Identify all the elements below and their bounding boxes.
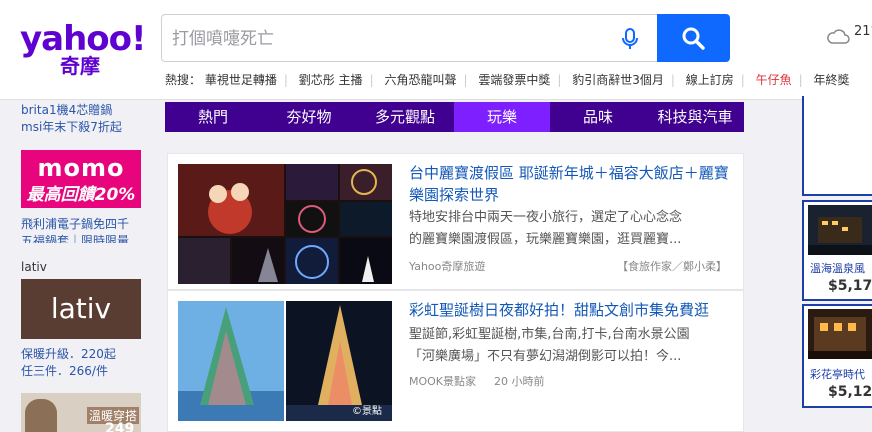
promo-link[interactable]: brita1機4芯贈鍋 [21,102,112,118]
tab-views[interactable]: 多元觀點 [357,102,453,132]
promo-link[interactable]: msi年末下殺7折起 [21,119,122,135]
trending-item[interactable]: 華視世足轉播 [205,71,277,88]
article-title[interactable]: 彩虹聖誕樹日夜都好拍！甜點文創市集免費逛 [409,299,734,321]
lativ-link[interactable]: 任三件．266/件 [21,363,108,379]
logo-wordmark: yahoo! [20,19,147,59]
warm-wear-ad[interactable]: 溫暖穿搭 249 [21,393,141,432]
search-input[interactable] [172,25,612,53]
search-icon [682,27,705,50]
momo-tagline: 最高回饋20% [26,185,136,205]
article-source[interactable]: Yahoo奇摩旅遊 [409,258,485,274]
article-desc: 的麗寶樂園渡假區，玩樂麗寶樂園，逛買麗寶... [409,232,682,247]
header: yahoo! 奇摩 21° 熱搜： 華視世足轉播| 劉芯彤 主播| 六角恐龍叫聲… [0,0,872,100]
tab-taste[interactable]: 品味 [550,102,646,132]
article-time: 20 小時前 [494,375,545,388]
trending-item[interactable]: 線上訂房 [686,71,734,88]
warm-price: 249 [105,421,135,432]
article-desc: 「河樂廣場」不只有夢幻潟湖倒影可以拍！今... [409,349,682,364]
tab-tech-auto[interactable]: 科技與汽車 [646,102,744,132]
weather-widget[interactable]: 21° [826,24,872,48]
trending-item[interactable]: 年終獎 [814,71,850,88]
tab-hot[interactable]: 熱門 [165,102,261,132]
tab-fun[interactable]: 玩樂 [454,102,550,132]
right-sidebar: 溫海溫泉風 $5,172 彩花亭時代 $5,123 [802,96,872,432]
hotel-image [808,205,872,255]
momo-link[interactable]: 五福鍋套｜限時限量 [21,233,129,243]
main-content: 熱門 夯好物 多元觀點 玩樂 品味 科技與汽車 台中麗寶渡假區 耶誕新年城＋福容… [165,100,744,432]
yahoo-logo[interactable]: yahoo! 奇摩 [20,20,148,82]
lativ-ad[interactable]: lativ [21,279,141,339]
trending-item[interactable]: 六角恐龍叫聲 [384,71,456,88]
article-card[interactable]: 台中麗寶渡假區 耶誕新年城＋福容大飯店＋麗寶樂園探索世界 特地安排台中兩天一夜小… [167,153,744,290]
article-card[interactable]: ©景點 彩虹聖誕樹日夜都好拍！甜點文創市集免費逛 聖誕節,彩虹聖誕樹,市集,台南… [167,290,744,432]
article-desc: 特地安排台中兩天一夜小旅行，選定了心心念念 [409,210,683,225]
article-author: 【食旅作家／鄭小柔】 [617,260,727,273]
cloud-icon [827,29,850,44]
hotel-price: $5,123 [828,384,872,400]
momo-ad[interactable]: momo 最高回饋20% [21,150,141,208]
momo-link[interactable]: 飛利浦電子鍋免四千 [21,216,129,232]
trending-label: 熱搜： [165,73,202,87]
category-tabs: 熱門 夯好物 多元觀點 玩樂 品味 科技與汽車 [165,102,744,132]
hotel-card[interactable]: 彩花亭時代 $5,123 [802,304,872,408]
article-source[interactable]: MOOK景點家 [409,373,476,389]
trending-item[interactable]: 午仔魚 [756,71,792,88]
trending-item[interactable]: 雲端發票中獎 [478,71,550,88]
logo-subtitle: 奇摩 [60,54,100,78]
hotel-caption[interactable]: 溫海溫泉風 [810,260,865,276]
momo-brand: momo [37,154,125,182]
article-thumbnail[interactable] [178,164,392,284]
microphone-icon[interactable] [621,27,639,51]
hotel-caption[interactable]: 彩花亭時代 [810,366,865,382]
tab-goods[interactable]: 夯好物 [261,102,357,132]
trending-bar: 熱搜： 華視世足轉播 | 劉芯彤 主播 | 六角恐龍叫聲 | 雲端發票中獎 | 豹引商辭… [165,71,850,88]
right-panel-top [802,96,872,196]
search-button[interactable] [657,14,730,62]
left-sidebar: brita1機4芯贈鍋 msi年末下殺7折起 momo 最高回饋20% 飛利浦電… [0,100,150,432]
hotel-card[interactable]: 溫海溫泉風 $5,172 [802,200,872,301]
temperature: 21° [854,24,872,39]
search-box [161,14,658,62]
article-desc: 聖誕節,彩虹聖誕樹,市集,台南,打卡,台南水景公園 [409,327,690,342]
trending-item[interactable]: 劉芯彤 主播 [299,71,363,88]
lativ-label: lativ [21,260,47,274]
image-watermark: ©景點 [352,406,382,417]
cat-image [25,399,57,432]
hotel-image [808,309,872,359]
lativ-link[interactable]: 保暖升級．220起 [21,346,116,362]
hotel-price: $5,172 [828,278,872,294]
article-title[interactable]: 台中麗寶渡假區 耶誕新年城＋福容大飯店＋麗寶樂園探索世界 [409,162,734,206]
trending-item[interactable]: 豹引商辭世3個月 [572,71,664,88]
